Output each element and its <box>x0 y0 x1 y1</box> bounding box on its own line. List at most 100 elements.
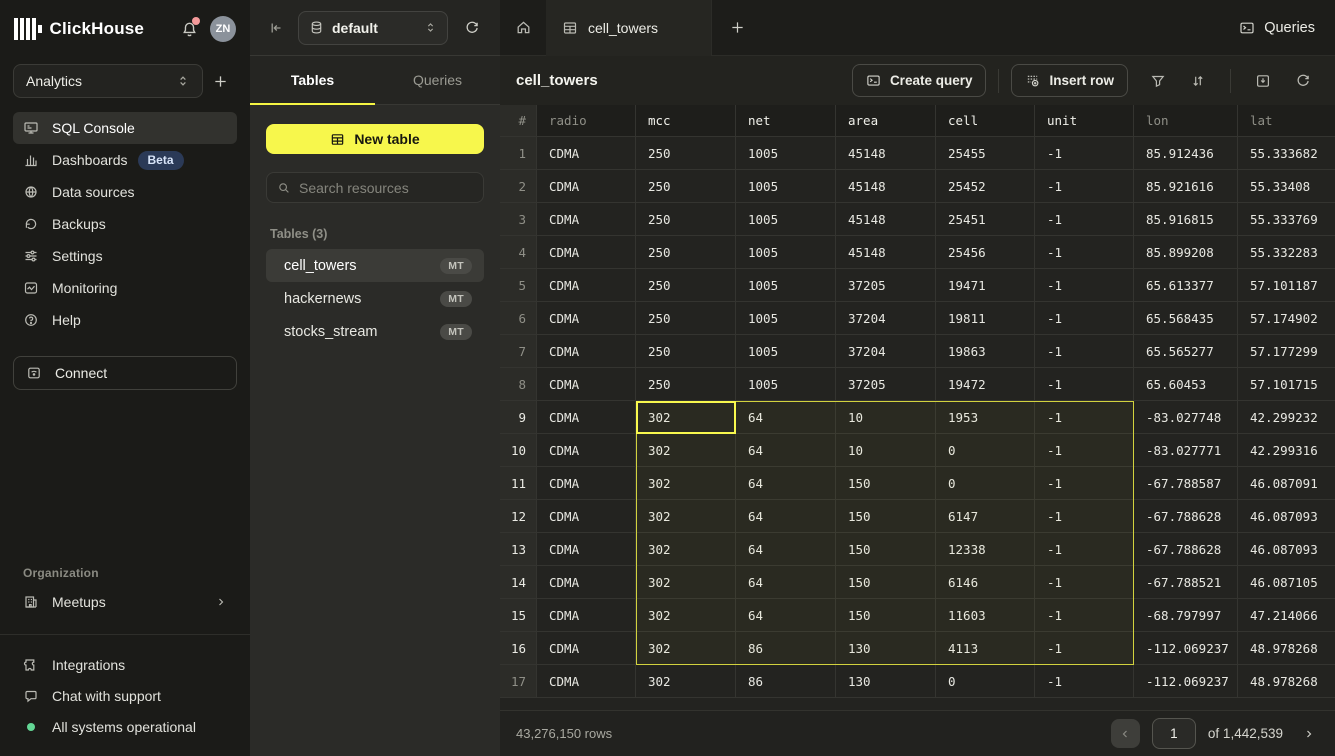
table-cell[interactable]: -67.788628 <box>1134 500 1238 533</box>
table-cell[interactable]: 48.978268 <box>1238 632 1335 665</box>
table-cell[interactable]: 45148 <box>836 170 936 203</box>
table-cell[interactable]: 57.177299 <box>1238 335 1335 368</box>
table-cell[interactable]: -1 <box>1035 632 1134 665</box>
table-cell[interactable]: 1005 <box>736 302 836 335</box>
table-cell[interactable]: 150 <box>836 599 936 632</box>
column-header-unit[interactable]: unit <box>1035 105 1134 137</box>
table-cell[interactable]: 37205 <box>836 368 936 401</box>
table-cell[interactable]: -1 <box>1035 269 1134 302</box>
table-cell[interactable]: 65.613377 <box>1134 269 1238 302</box>
column-header-cell[interactable]: cell <box>936 105 1035 137</box>
table-cell[interactable]: 57.101715 <box>1238 368 1335 401</box>
table-cell[interactable]: -1 <box>1035 434 1134 467</box>
home-button[interactable] <box>500 0 546 56</box>
table-cell[interactable]: -112.069237 <box>1134 665 1238 698</box>
table-cell[interactable]: 48.978268 <box>1238 665 1335 698</box>
table-cell[interactable]: 302 <box>636 533 736 566</box>
table-cell[interactable]: 86 <box>736 632 836 665</box>
table-cell[interactable]: 302 <box>636 467 736 500</box>
column-header-lat[interactable]: lat <box>1238 105 1335 137</box>
table-cell[interactable]: 302 <box>636 566 736 599</box>
table-cell[interactable]: CDMA <box>537 368 636 401</box>
table-cell[interactable]: 19472 <box>936 368 1035 401</box>
table-cell[interactable]: 46.087091 <box>1238 467 1335 500</box>
table-cell[interactable]: CDMA <box>537 665 636 698</box>
table-cell[interactable]: 250 <box>636 236 736 269</box>
table-cell[interactable]: 85.921616 <box>1134 170 1238 203</box>
table-cell[interactable]: 19811 <box>936 302 1035 335</box>
table-cell[interactable]: 1005 <box>736 335 836 368</box>
table-list-item-hackernews[interactable]: hackernews MT <box>266 282 484 315</box>
table-cell[interactable]: 25452 <box>936 170 1035 203</box>
table-cell[interactable]: 64 <box>736 599 836 632</box>
tab-tables[interactable]: Tables <box>250 56 375 104</box>
table-cell[interactable]: 0 <box>936 434 1035 467</box>
collapse-panel-button[interactable] <box>264 16 288 40</box>
sort-button[interactable] <box>1182 65 1214 97</box>
table-cell[interactable]: 302 <box>636 632 736 665</box>
row-number-cell[interactable]: 7 <box>500 335 537 368</box>
table-cell[interactable]: -1 <box>1035 665 1134 698</box>
column-header-index[interactable]: # <box>500 105 537 137</box>
table-cell[interactable]: 25451 <box>936 203 1035 236</box>
table-cell[interactable]: -1 <box>1035 335 1134 368</box>
create-query-button[interactable]: Create query <box>852 64 987 97</box>
row-number-cell[interactable]: 8 <box>500 368 537 401</box>
table-cell[interactable]: 64 <box>736 401 836 434</box>
table-cell[interactable]: 37204 <box>836 302 936 335</box>
table-cell[interactable]: 1005 <box>736 170 836 203</box>
sidebar-item-chat-support[interactable]: Chat with support <box>13 680 237 711</box>
previous-page-button[interactable] <box>1111 719 1140 748</box>
notifications-button[interactable] <box>176 16 202 42</box>
table-cell[interactable]: -83.027771 <box>1134 434 1238 467</box>
table-cell[interactable]: 65.565277 <box>1134 335 1238 368</box>
row-number-cell[interactable]: 4 <box>500 236 537 269</box>
column-header-mcc[interactable]: mcc <box>636 105 736 137</box>
new-table-button[interactable]: New table <box>266 124 484 154</box>
sidebar-item-dashboards[interactable]: Dashboards Beta <box>13 144 237 176</box>
refresh-data-button[interactable] <box>1287 65 1319 97</box>
row-number-cell[interactable]: 15 <box>500 599 537 632</box>
table-cell[interactable]: 19471 <box>936 269 1035 302</box>
table-cell[interactable]: 1005 <box>736 236 836 269</box>
table-cell[interactable]: 64 <box>736 467 836 500</box>
table-cell[interactable]: 4113 <box>936 632 1035 665</box>
table-cell[interactable]: 1005 <box>736 368 836 401</box>
table-cell[interactable]: 150 <box>836 467 936 500</box>
table-cell[interactable]: 302 <box>636 599 736 632</box>
table-cell[interactable]: CDMA <box>537 203 636 236</box>
table-cell[interactable]: CDMA <box>537 467 636 500</box>
add-workspace-button[interactable] <box>203 64 237 98</box>
table-cell[interactable]: 85.916815 <box>1134 203 1238 236</box>
column-header-net[interactable]: net <box>736 105 836 137</box>
queries-button[interactable]: Queries <box>1219 0 1335 56</box>
table-cell[interactable]: CDMA <box>537 434 636 467</box>
row-number-cell[interactable]: 2 <box>500 170 537 203</box>
table-cell[interactable]: 250 <box>636 335 736 368</box>
table-cell[interactable]: 65.60453 <box>1134 368 1238 401</box>
table-cell[interactable]: -1 <box>1035 467 1134 500</box>
table-cell[interactable]: 250 <box>636 302 736 335</box>
table-cell[interactable]: 130 <box>836 665 936 698</box>
table-cell[interactable]: -1 <box>1035 533 1134 566</box>
row-number-cell[interactable]: 5 <box>500 269 537 302</box>
table-cell[interactable]: -1 <box>1035 566 1134 599</box>
tab-queries[interactable]: Queries <box>375 56 500 104</box>
system-status[interactable]: All systems operational <box>13 711 237 742</box>
row-number-cell[interactable]: 1 <box>500 137 537 170</box>
table-cell[interactable]: -1 <box>1035 137 1134 170</box>
table-cell[interactable]: CDMA <box>537 500 636 533</box>
table-cell[interactable]: 64 <box>736 434 836 467</box>
table-cell[interactable]: 302 <box>636 401 736 434</box>
table-cell[interactable]: 1953 <box>936 401 1035 434</box>
table-cell[interactable]: 45148 <box>836 203 936 236</box>
download-button[interactable] <box>1247 65 1279 97</box>
table-cell[interactable]: 57.174902 <box>1238 302 1335 335</box>
table-cell[interactable]: -112.069237 <box>1134 632 1238 665</box>
table-cell[interactable]: CDMA <box>537 401 636 434</box>
table-cell[interactable]: -67.788521 <box>1134 566 1238 599</box>
table-cell[interactable]: 55.332283 <box>1238 236 1335 269</box>
row-number-cell[interactable]: 12 <box>500 500 537 533</box>
table-cell[interactable]: CDMA <box>537 599 636 632</box>
table-cell[interactable]: 0 <box>936 467 1035 500</box>
